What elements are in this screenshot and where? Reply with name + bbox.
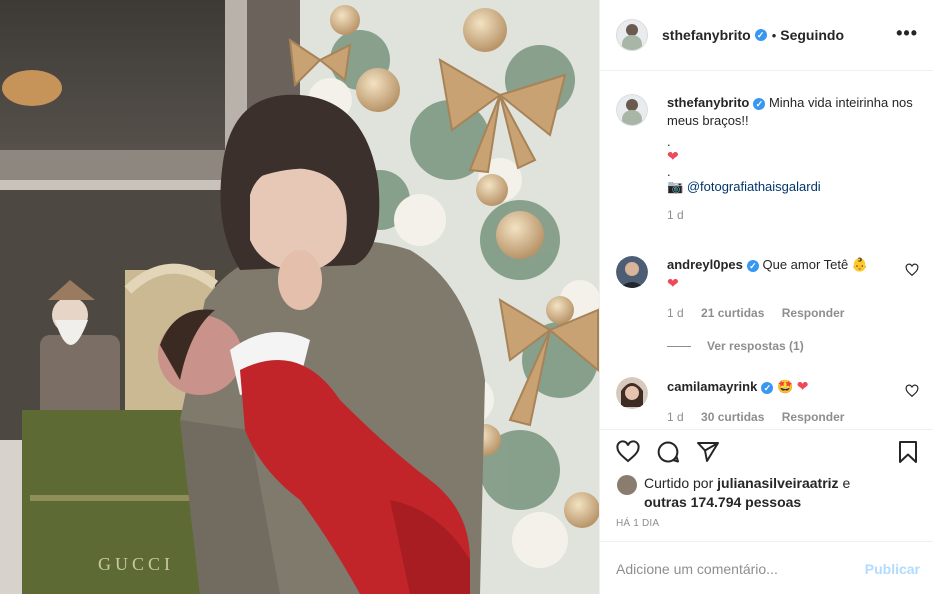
comment-meta: 1 d 21 curtidas Responder	[667, 304, 921, 322]
commenter-avatar[interactable]	[616, 377, 648, 409]
comment-time[interactable]: 1 d	[667, 306, 684, 320]
replies-line	[667, 345, 691, 347]
comment-username[interactable]: andreyl0pes	[667, 257, 743, 272]
baby-emoji: 👶	[851, 257, 869, 272]
reply-button[interactable]: Responder	[782, 410, 845, 424]
author-avatar[interactable]	[616, 19, 648, 51]
share-send-icon[interactable]	[696, 440, 720, 464]
post-photo[interactable]: GUCCI	[0, 0, 599, 594]
verified-badge-icon: ✓	[746, 260, 759, 272]
view-replies-label: Ver respostas (1)	[707, 339, 804, 353]
verified-badge-icon: ✓	[754, 29, 767, 41]
comments-list[interactable]: sthefanybrito ✓ Minha vida inteirinha nos…	[600, 72, 933, 429]
verified-badge-icon: ✓	[753, 98, 766, 110]
caption-avatar[interactable]	[616, 94, 648, 126]
comment-bubble-icon[interactable]	[656, 440, 680, 464]
liked-by-conj: e	[842, 475, 851, 491]
comment-likes-count[interactable]: 30 curtidas	[701, 410, 764, 424]
post-actions: Curtido por julianasilveiraatriz e outra…	[600, 429, 933, 541]
star-eyes-emoji: 🤩	[776, 379, 794, 394]
comment-like-heart-icon[interactable]	[905, 263, 919, 277]
post-header: sthefanybrito ✓ • Seguindo •••	[600, 0, 933, 71]
caption-time[interactable]: 1 d	[667, 206, 921, 224]
likes-count-link[interactable]: outras 174.794 pessoas	[644, 494, 801, 510]
liker-avatar[interactable]	[617, 475, 637, 495]
comment-time[interactable]: 1 d	[667, 410, 684, 424]
save-bookmark-icon[interactable]	[896, 440, 920, 464]
camera-emoji: 📷	[667, 179, 684, 194]
comment-like-heart-icon[interactable]	[905, 384, 919, 398]
following-button[interactable]: Seguindo	[780, 27, 844, 43]
photographer-mention-link[interactable]: @fotografiathaisgalardi	[687, 179, 821, 194]
comment-andreyl0pes: andreyl0pes ✓ Que amor Tetê 👶 ❤ 1 d 21 cu…	[616, 256, 921, 322]
gucci-box-print: GUCCI	[98, 554, 174, 574]
red-heart-emoji: ❤	[796, 378, 809, 394]
view-replies-button[interactable]: Ver respostas (1)	[667, 339, 804, 353]
add-comment-bar: Adicione um comentário... Publicar	[600, 541, 933, 594]
liker-username[interactable]: julianasilveiraatriz	[717, 475, 838, 491]
publish-button[interactable]: Publicar	[865, 561, 920, 577]
comment-input[interactable]: Adicione um comentário...	[616, 561, 778, 577]
action-icons-row	[616, 440, 922, 466]
commenter-avatar[interactable]	[616, 256, 648, 288]
comment-likes-count[interactable]: 21 curtidas	[701, 306, 764, 320]
photo-illustration: GUCCI	[0, 0, 599, 594]
post-sidebar: sthefanybrito ✓ • Seguindo ••• sthefanyb…	[599, 0, 933, 594]
more-options-icon[interactable]: •••	[896, 24, 918, 42]
reply-button[interactable]: Responder	[782, 306, 845, 320]
post-timestamp[interactable]: HÁ 1 DIA	[616, 518, 659, 529]
comment-text: Que amor Tetê	[762, 257, 849, 272]
comment-meta: 1 d 30 curtidas Responder	[667, 408, 921, 426]
verified-badge-icon: ✓	[761, 382, 774, 394]
red-heart-emoji: ❤	[667, 275, 679, 291]
comment-camilamayrink: camilamayrink ✓ 🤩 ❤ 1 d 30 curtidas Respo…	[616, 377, 921, 426]
separator-dot: •	[771, 27, 777, 43]
liked-by-prefix: Curtido por	[644, 475, 714, 491]
like-heart-icon[interactable]	[616, 440, 640, 464]
comment-username[interactable]: camilamayrink	[667, 379, 757, 394]
author-username[interactable]: sthefanybrito	[662, 27, 751, 43]
liked-by: Curtido por julianasilveiraatriz e outra…	[617, 474, 850, 512]
caption-username[interactable]: sthefanybrito	[667, 95, 749, 110]
caption: sthefanybrito ✓ Minha vida inteirinha nos…	[616, 94, 921, 224]
